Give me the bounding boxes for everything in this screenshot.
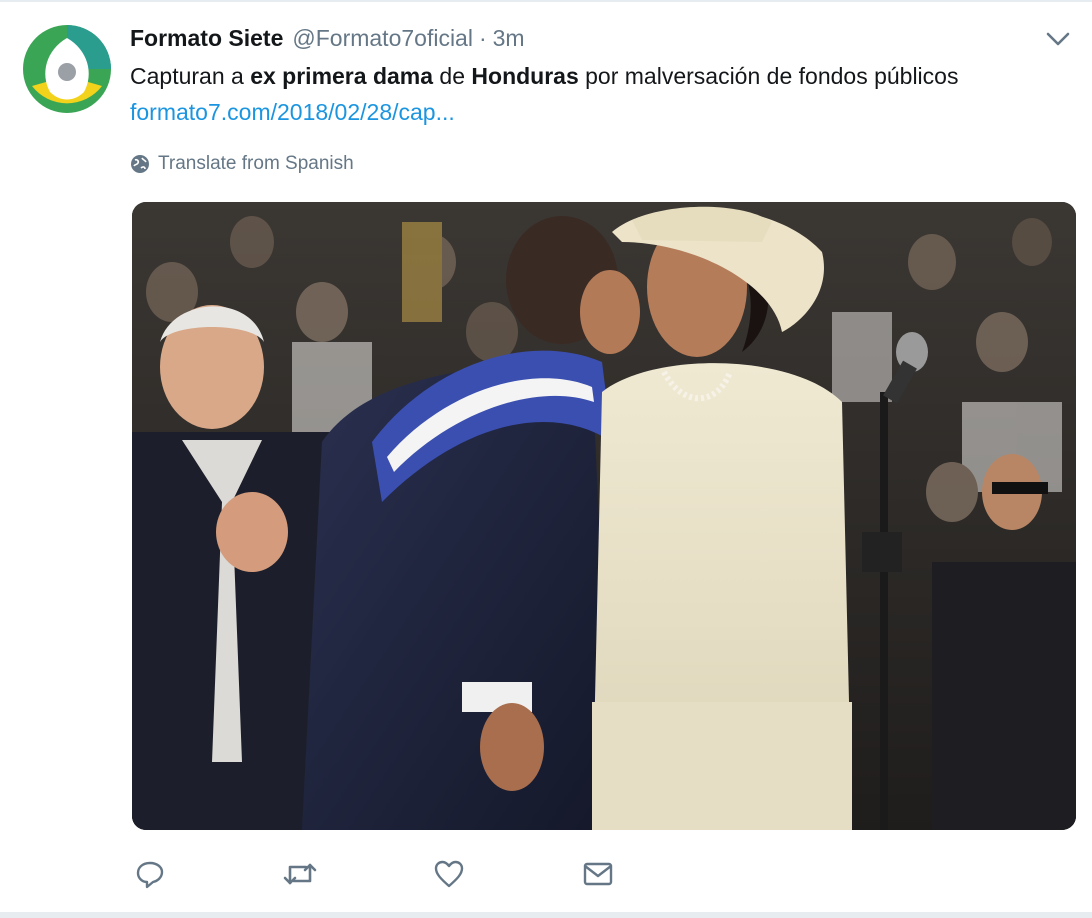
more-options-button[interactable] xyxy=(1044,28,1072,50)
bottom-divider xyxy=(0,912,1092,918)
tweet-text-part: Capturan a xyxy=(130,63,251,89)
chevron-down-icon xyxy=(1046,32,1070,46)
tweet-text-part: por malversación de fondos públicos xyxy=(578,63,959,89)
retweet-button[interactable] xyxy=(278,852,322,896)
separator: · xyxy=(478,24,487,51)
article-link[interactable]: formato7.com/2018/02/28/cap... xyxy=(130,96,455,128)
tweet-text: Capturan a ex primera dama de Honduras p… xyxy=(130,60,958,92)
tweet-text-part: de xyxy=(433,63,472,89)
tweet-photo[interactable] xyxy=(132,202,1076,830)
formato-siete-logo-icon xyxy=(23,25,111,113)
like-button[interactable] xyxy=(427,852,471,896)
tweet-card[interactable]: Formato Siete @Formato7oficial · 3m Capt… xyxy=(0,0,1092,918)
reply-icon xyxy=(136,861,164,889)
avatar[interactable] xyxy=(22,24,112,114)
tweet-text-bold: Honduras xyxy=(471,63,579,89)
top-divider xyxy=(0,0,1092,2)
direct-message-button[interactable] xyxy=(576,852,620,896)
author-handle[interactable]: @Formato7oficial xyxy=(292,25,473,52)
author-name[interactable]: Formato Siete xyxy=(130,25,283,52)
envelope-icon xyxy=(583,862,613,886)
tweet-header: Formato Siete @Formato7oficial · 3m xyxy=(130,22,525,54)
retweet-icon xyxy=(283,863,317,885)
tweet-text-bold: ex primera dama xyxy=(250,63,434,89)
translate-label: Translate from Spanish xyxy=(158,153,354,174)
globe-icon xyxy=(131,155,149,173)
reply-button[interactable] xyxy=(128,852,172,896)
translate-button[interactable]: Translate from Spanish xyxy=(130,150,354,178)
heart-icon xyxy=(434,860,464,888)
timestamp[interactable]: 3m xyxy=(493,25,525,52)
photo-illustration xyxy=(132,202,1076,830)
